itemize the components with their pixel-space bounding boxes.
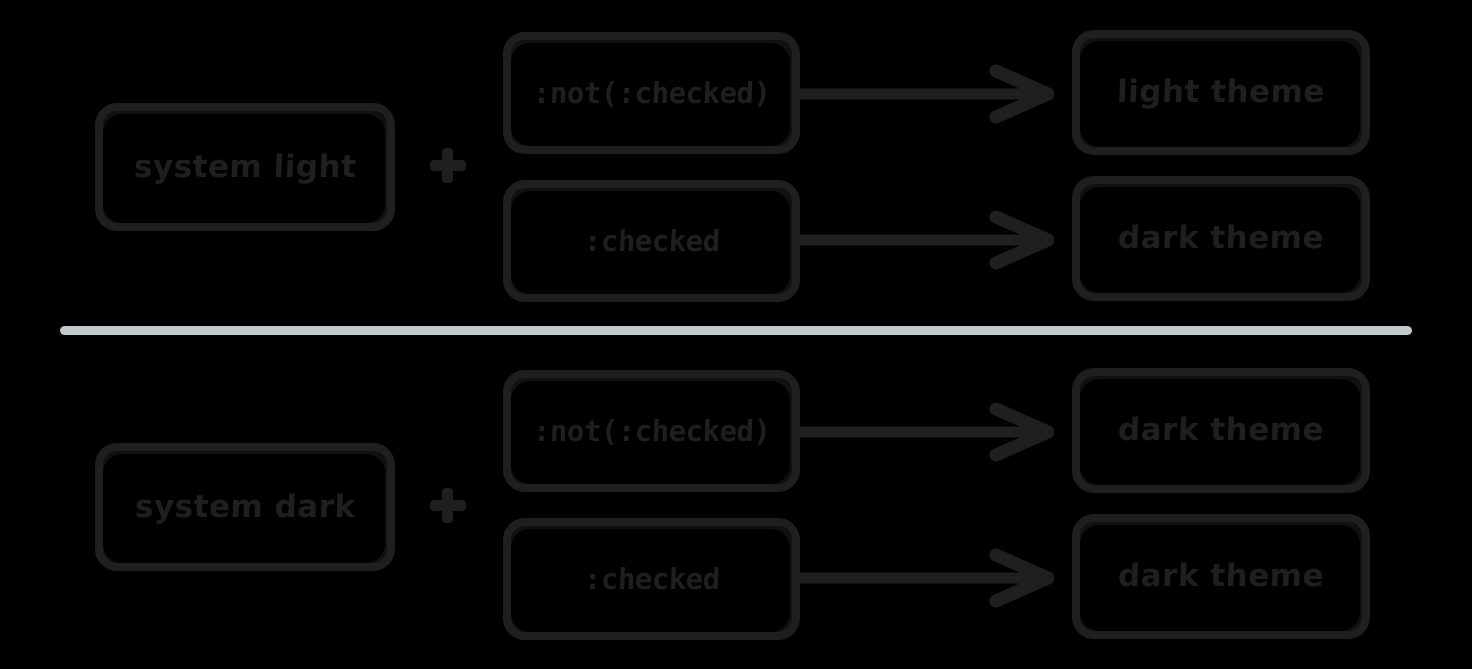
diagram-group-system-light: system light :not(:checked) light theme …	[0, 0, 1472, 320]
diagram-group-system-dark: system dark :not(:checked) dark theme :c…	[0, 338, 1472, 669]
arrow-right-icon	[798, 209, 1054, 271]
section-divider	[60, 326, 1412, 335]
result-box-dark-theme: dark theme	[1072, 176, 1370, 301]
condition-box-not-checked: :not(:checked)	[503, 32, 800, 154]
arrow-right-icon	[798, 401, 1054, 463]
result-box-label: dark theme	[1117, 220, 1325, 256]
source-box-system-light: system light	[95, 103, 395, 231]
condition-box-checked: :checked	[503, 518, 800, 640]
condition-box-label: :checked	[583, 223, 720, 258]
condition-box-label: :not(:checked)	[532, 75, 771, 110]
result-box-label: dark theme	[1117, 558, 1325, 594]
arrow-right-icon	[798, 63, 1054, 125]
plus-icon	[428, 145, 468, 185]
condition-box-not-checked: :not(:checked)	[503, 370, 800, 492]
source-box-label: system light	[133, 148, 357, 185]
theme-resolution-diagram: system light :not(:checked) light theme …	[0, 0, 1472, 669]
result-box-label: dark theme	[1117, 412, 1325, 448]
result-box-label: light theme	[1116, 74, 1326, 110]
condition-box-checked: :checked	[503, 180, 800, 302]
source-box-label: system dark	[134, 488, 356, 525]
result-box-dark-theme: dark theme	[1072, 514, 1370, 639]
plus-icon	[428, 485, 468, 525]
arrow-right-icon	[798, 547, 1054, 609]
condition-box-label: :not(:checked)	[532, 413, 771, 448]
source-box-system-dark: system dark	[95, 443, 395, 571]
result-box-dark-theme: dark theme	[1072, 368, 1370, 493]
condition-box-label: :checked	[583, 561, 720, 596]
result-box-light-theme: light theme	[1072, 30, 1370, 155]
